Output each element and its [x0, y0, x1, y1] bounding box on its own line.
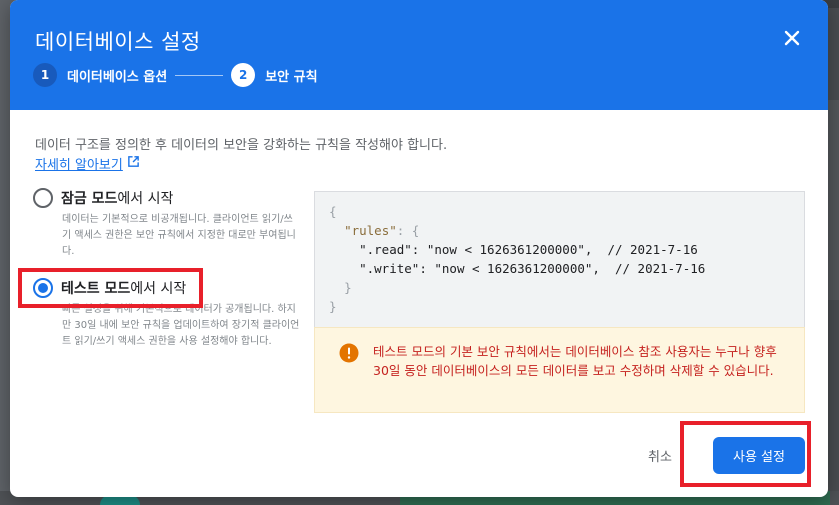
external-link-icon — [127, 155, 140, 172]
radio-selected-dot — [38, 283, 48, 293]
code-line-5: } — [344, 280, 352, 295]
code-line-1: { — [329, 204, 337, 219]
intro-text: 데이터 구조를 정의한 후 데이터의 보안을 강화하는 규칙을 작성해야 합니다… — [35, 138, 448, 153]
step-2-number: 2 — [231, 63, 256, 87]
locked-mode-label-rest: 에서 시작 — [117, 191, 174, 207]
cancel-button[interactable]: 취소 — [648, 446, 672, 465]
security-rules-code: { "rules": { ".read": "now < 16263612000… — [314, 191, 805, 327]
enable-button[interactable]: 사용 설정 — [713, 437, 805, 474]
warning-text: 테스트 모드의 기본 보안 규칙에서는 데이터베이스 참조 사용자는 누구나 향… — [373, 344, 777, 378]
database-setup-dialog: 데이터베이스 설정 1 데이터베이스 옵션 2 보안 규칙 데이터 구조를 정의… — [10, 0, 828, 497]
test-mode-label: 테스트 모드에서 시작 — [61, 278, 186, 298]
step-1-label: 데이터베이스 옵션 — [67, 69, 168, 85]
test-mode-radio[interactable] — [33, 278, 53, 298]
warning-banner: 테스트 모드의 기본 보안 규칙에서는 데이터베이스 참조 사용자는 누구나 향… — [314, 327, 805, 413]
code-line-6: } — [329, 299, 337, 314]
warning-icon — [339, 343, 359, 363]
dialog-title: 데이터베이스 설정 — [35, 30, 201, 54]
step-1-number: 1 — [33, 63, 57, 87]
close-icon[interactable] — [780, 26, 804, 50]
locked-mode-radio[interactable] — [33, 188, 53, 208]
step-2-label: 보안 규칙 — [265, 69, 318, 85]
code-write-rule: ".write": "now < 1626361200000", // 2021… — [359, 261, 706, 276]
step-connector — [175, 74, 224, 76]
test-mode-label-bold: 테스트 모드 — [61, 281, 131, 297]
locked-mode-description: 데이터는 기본적으로 비공개됩니다. 클라이언트 읽기/쓰기 액세스 권한은 보… — [62, 214, 296, 257]
test-mode-radio-row[interactable]: 테스트 모드에서 시작 — [33, 278, 283, 298]
learn-more-link[interactable]: 자세히 알아보기 — [35, 154, 140, 173]
code-rules-brace: : { — [396, 223, 420, 238]
test-mode-description: 빠른 설정을 위해 기본적으로 데이터가 공개됩니다. 하지만 30일 내에 보… — [62, 304, 300, 347]
option-test-mode: 테스트 모드에서 시작 빠른 설정을 위해 기본적으로 데이터가 공개됩니다. … — [33, 278, 299, 350]
code-read-rule: ".read": "now < 1626361200000", // 2021-… — [359, 242, 698, 257]
locked-mode-label: 잠금 모드에서 시작 — [61, 188, 173, 208]
stepper: 1 데이터베이스 옵션 2 보안 규칙 — [33, 62, 318, 88]
option-locked-mode: 잠금 모드에서 시작 데이터는 기본적으로 비공개됩니다. 클라이언트 읽기/쓰… — [33, 188, 296, 260]
code-rules-key: "rules" — [344, 223, 397, 238]
dialog-header: 데이터베이스 설정 1 데이터베이스 옵션 2 보안 규칙 — [10, 0, 828, 110]
locked-mode-radio-row[interactable]: 잠금 모드에서 시작 — [33, 188, 283, 208]
test-mode-label-rest: 에서 시작 — [130, 281, 187, 297]
learn-more-label: 자세히 알아보기 — [35, 158, 123, 173]
locked-mode-label-bold: 잠금 모드 — [61, 191, 118, 207]
